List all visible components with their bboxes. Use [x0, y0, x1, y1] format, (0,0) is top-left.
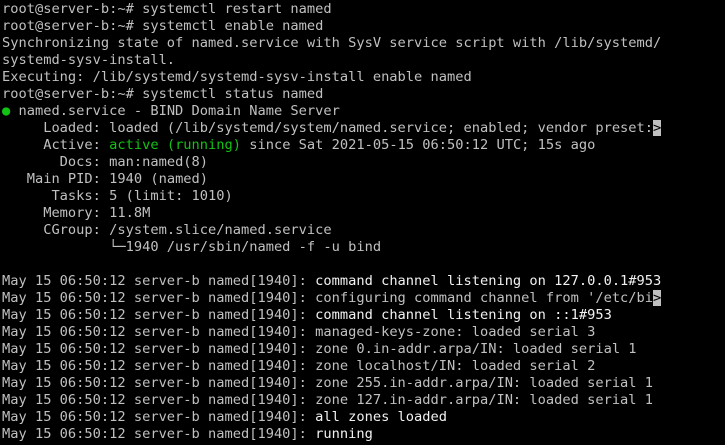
- log-message: zone 127.in-addr.arpa/IN: loaded serial …: [315, 392, 654, 408]
- command-line-status: root@server-b:~# systemctl status named: [2, 86, 725, 103]
- log-line: May 15 06:50:12 server-b named[1940]: zo…: [2, 392, 725, 409]
- log-prefix: May 15 06:50:12 server-b named[1940]:: [2, 426, 316, 442]
- log-line: May 15 06:50:12 server-b named[1940]: co…: [2, 273, 725, 290]
- command-text: systemctl restart named: [142, 1, 332, 17]
- status-cgroup-tree: └─1940 /usr/sbin/named -f -u bind: [2, 239, 382, 255]
- log-message: zone 255.in-addr.arpa/IN: loaded serial …: [315, 375, 654, 391]
- status-docs-line: Docs: man:named(8): [2, 154, 725, 171]
- status-cgroup-line: CGroup: /system.slice/named.service: [2, 222, 725, 239]
- loaded-value: loaded (/lib/systemd/system/named.servic…: [109, 120, 654, 136]
- output-line-sync-cont: systemd-sysv-install.: [2, 52, 176, 68]
- command-line-restart: root@server-b:~# systemctl restart named: [2, 1, 725, 18]
- status-active-line: Active: active (running) since Sat 2021-…: [2, 137, 725, 154]
- pid-value: 1940 (named): [109, 171, 209, 187]
- output-line-executing: Executing: /lib/systemd/systemd-sysv-ins…: [2, 69, 472, 85]
- status-memory-line: Memory: 11.8M: [2, 205, 725, 222]
- log-message: command channel listening on ::1#953: [315, 307, 612, 323]
- active-label: Active:: [2, 137, 110, 153]
- cgroup-label: CGroup:: [2, 222, 110, 238]
- memory-value: 11.8M: [109, 205, 151, 221]
- status-unit-line: ● named.service - BIND Domain Name Serve…: [2, 103, 725, 120]
- command-text: systemctl enable named: [142, 18, 324, 34]
- terminal-window[interactable]: root@server-b:~# systemctl restart named…: [0, 0, 725, 445]
- status-pid-line: Main PID: 1940 (named): [2, 171, 725, 188]
- log-line: May 15 06:50:12 server-b named[1940]: ma…: [2, 324, 725, 341]
- active-status-dot-icon: ●: [2, 103, 11, 119]
- log-line: May 15 06:50:12 server-b named[1940]: al…: [2, 409, 725, 426]
- log-prefix: May 15 06:50:12 server-b named[1940]:: [2, 341, 316, 357]
- log-message: command channel listening on 127.0.0.1#9…: [315, 273, 662, 289]
- command-line-enable: root@server-b:~# systemctl enable named: [2, 18, 725, 35]
- docs-label: Docs:: [2, 154, 110, 170]
- shell-prompt: root@server-b:~#: [2, 86, 143, 102]
- status-loaded-line: Loaded: loaded (/lib/systemd/system/name…: [2, 120, 725, 137]
- log-message: configuring command channel from '/etc/b…: [315, 290, 654, 306]
- log-prefix: May 15 06:50:12 server-b named[1940]:: [2, 290, 316, 306]
- log-message: running: [315, 426, 373, 442]
- log-line: May 15 06:50:12 server-b named[1940]: ru…: [2, 426, 725, 443]
- docs-value: man:named(8): [109, 154, 209, 170]
- log-line: May 15 06:50:12 server-b named[1940]: zo…: [2, 358, 725, 375]
- log-message: managed-keys-zone: loaded serial 3: [315, 324, 596, 340]
- cgroup-value: /system.slice/named.service: [109, 222, 332, 238]
- line-overflow-marker: >: [653, 290, 662, 306]
- tasks-label: Tasks:: [2, 188, 110, 204]
- line-overflow-marker: >: [653, 120, 662, 136]
- log-line: May 15 06:50:12 server-b named[1940]: zo…: [2, 341, 725, 358]
- log-prefix: May 15 06:50:12 server-b named[1940]:: [2, 324, 316, 340]
- log-prefix: May 15 06:50:12 server-b named[1940]:: [2, 307, 316, 323]
- log-message: zone 0.in-addr.arpa/IN: loaded serial 1: [315, 341, 637, 357]
- log-prefix: May 15 06:50:12 server-b named[1940]:: [2, 375, 316, 391]
- log-message: zone localhost/IN: loaded serial 2: [315, 358, 596, 374]
- log-prefix: May 15 06:50:12 server-b named[1940]:: [2, 409, 316, 425]
- unit-description: named.service - BIND Domain Name Server: [10, 103, 340, 119]
- loaded-label: Loaded:: [2, 120, 110, 136]
- active-since: since Sat 2021-05-15 06:50:12 UTC; 15s a…: [241, 137, 596, 153]
- tasks-value: 5 (limit: 1010): [109, 188, 233, 204]
- log-line: May 15 06:50:12 server-b named[1940]: co…: [2, 307, 725, 324]
- shell-prompt: root@server-b:~#: [2, 18, 143, 34]
- log-line: May 15 06:50:12 server-b named[1940]: co…: [2, 290, 725, 307]
- log-line: May 15 06:50:12 server-b named[1940]: zo…: [2, 375, 725, 392]
- log-prefix: May 15 06:50:12 server-b named[1940]:: [2, 273, 316, 289]
- journal-log: May 15 06:50:12 server-b named[1940]: co…: [2, 273, 725, 443]
- log-prefix: May 15 06:50:12 server-b named[1940]:: [2, 392, 316, 408]
- memory-label: Memory:: [2, 205, 110, 221]
- output-line-sync: Synchronizing state of named.service wit…: [2, 35, 662, 51]
- command-text: systemctl status named: [142, 86, 324, 102]
- active-state: active (running): [109, 137, 241, 153]
- shell-prompt: root@server-b:~#: [2, 1, 143, 17]
- log-prefix: May 15 06:50:12 server-b named[1940]:: [2, 358, 316, 374]
- pid-label: Main PID:: [2, 171, 110, 187]
- status-tasks-line: Tasks: 5 (limit: 1010): [2, 188, 725, 205]
- log-message: all zones loaded: [315, 409, 448, 425]
